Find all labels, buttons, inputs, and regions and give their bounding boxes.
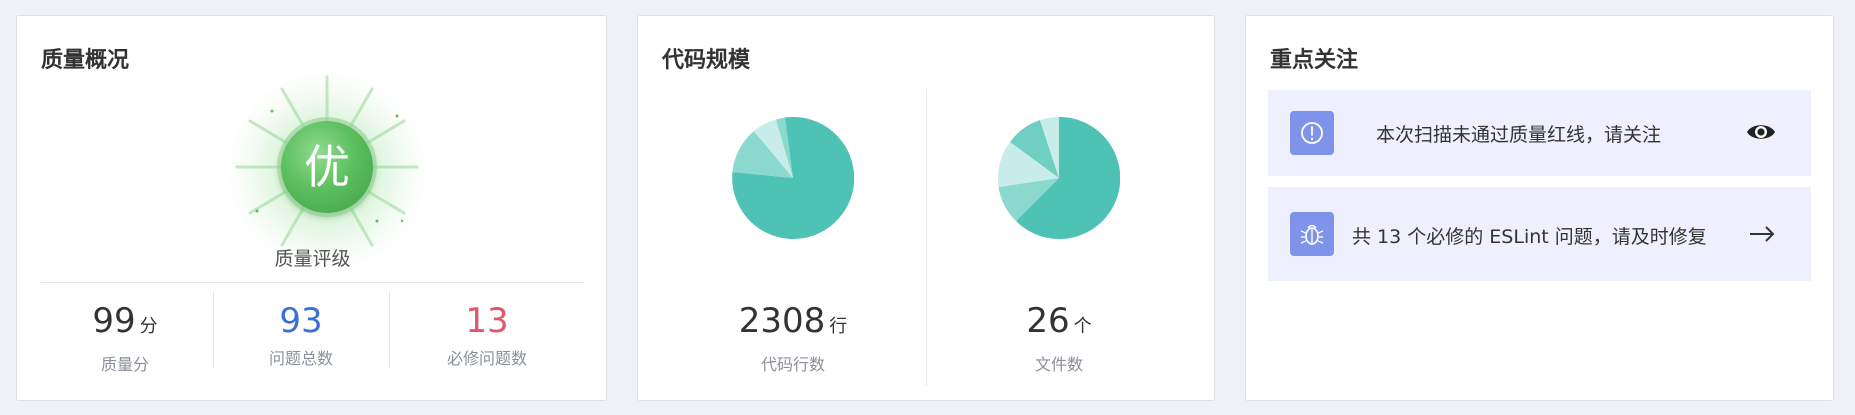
code-scale-card: 代码规模 2308 行 代码行数 26 个 文件数 [637, 15, 1215, 401]
quality-score-label: 质量分 [100, 355, 149, 374]
quality-rating-label: 质量评级 [274, 248, 351, 270]
scale-card-title: 代码规模 [662, 48, 751, 73]
file-count-unit: 个 [1073, 316, 1092, 337]
quality-grade-badge: 优 [212, 71, 442, 271]
total-issues-stat[interactable]: 93 问题总数 [216, 299, 386, 369]
total-issues-value[interactable]: 93 [279, 301, 322, 341]
focus-card-title: 重点关注 [1270, 48, 1359, 73]
focus-item-text: 共 13 个必修的 ESLint 问题，请及时修复 [1352, 226, 1707, 248]
bug-icon [1290, 212, 1334, 256]
quality-score-unit: 分 [139, 316, 158, 337]
grade-medal: 优 [281, 121, 373, 213]
file-count-label: 文件数 [1034, 355, 1083, 374]
code-lines-stat: 2308 行 代码行数 [653, 299, 933, 375]
alert-circle-icon [1290, 111, 1334, 155]
code-lines-value: 2308 [738, 301, 826, 341]
code-lines-label: 代码行数 [760, 355, 825, 374]
file-count-stat: 26 个 文件数 [919, 299, 1199, 375]
quality-score-stat: 99 分 质量分 [40, 299, 210, 375]
required-issues-value[interactable]: 13 [465, 301, 508, 341]
quality-card-title: 质量概况 [41, 48, 130, 73]
quality-overview-card: 质量概况 优 质量评级 99 分 质量分 93 问题总数 13 必修问题数 [16, 15, 607, 401]
file-count-value: 26 [1026, 301, 1070, 341]
divider [41, 282, 584, 283]
code-lines-unit: 行 [829, 316, 848, 337]
focus-item-text: 本次扫描未通过质量红线，请关注 [1376, 124, 1662, 146]
required-issues-label: 必修问题数 [446, 349, 527, 368]
code-lines-pie-chart [732, 117, 854, 239]
key-focus-card: 重点关注 本次扫描未通过质量红线，请关注 共 13 个必修的 ESLint 问题… [1245, 15, 1834, 401]
total-issues-label: 问题总数 [268, 349, 333, 368]
quality-score-value: 99 [92, 301, 136, 341]
files-pie-chart [998, 117, 1120, 239]
required-issues-stat[interactable]: 13 必修问题数 [402, 299, 572, 369]
focus-item-eslint-issues[interactable]: 共 13 个必修的 ESLint 问题，请及时修复 [1268, 187, 1811, 281]
stat-separator [389, 291, 390, 367]
eye-icon[interactable] [1746, 120, 1776, 148]
arrow-right-icon[interactable] [1748, 223, 1776, 249]
stat-separator [213, 291, 214, 367]
focus-item-quality-gate[interactable]: 本次扫描未通过质量红线，请关注 [1268, 90, 1811, 176]
